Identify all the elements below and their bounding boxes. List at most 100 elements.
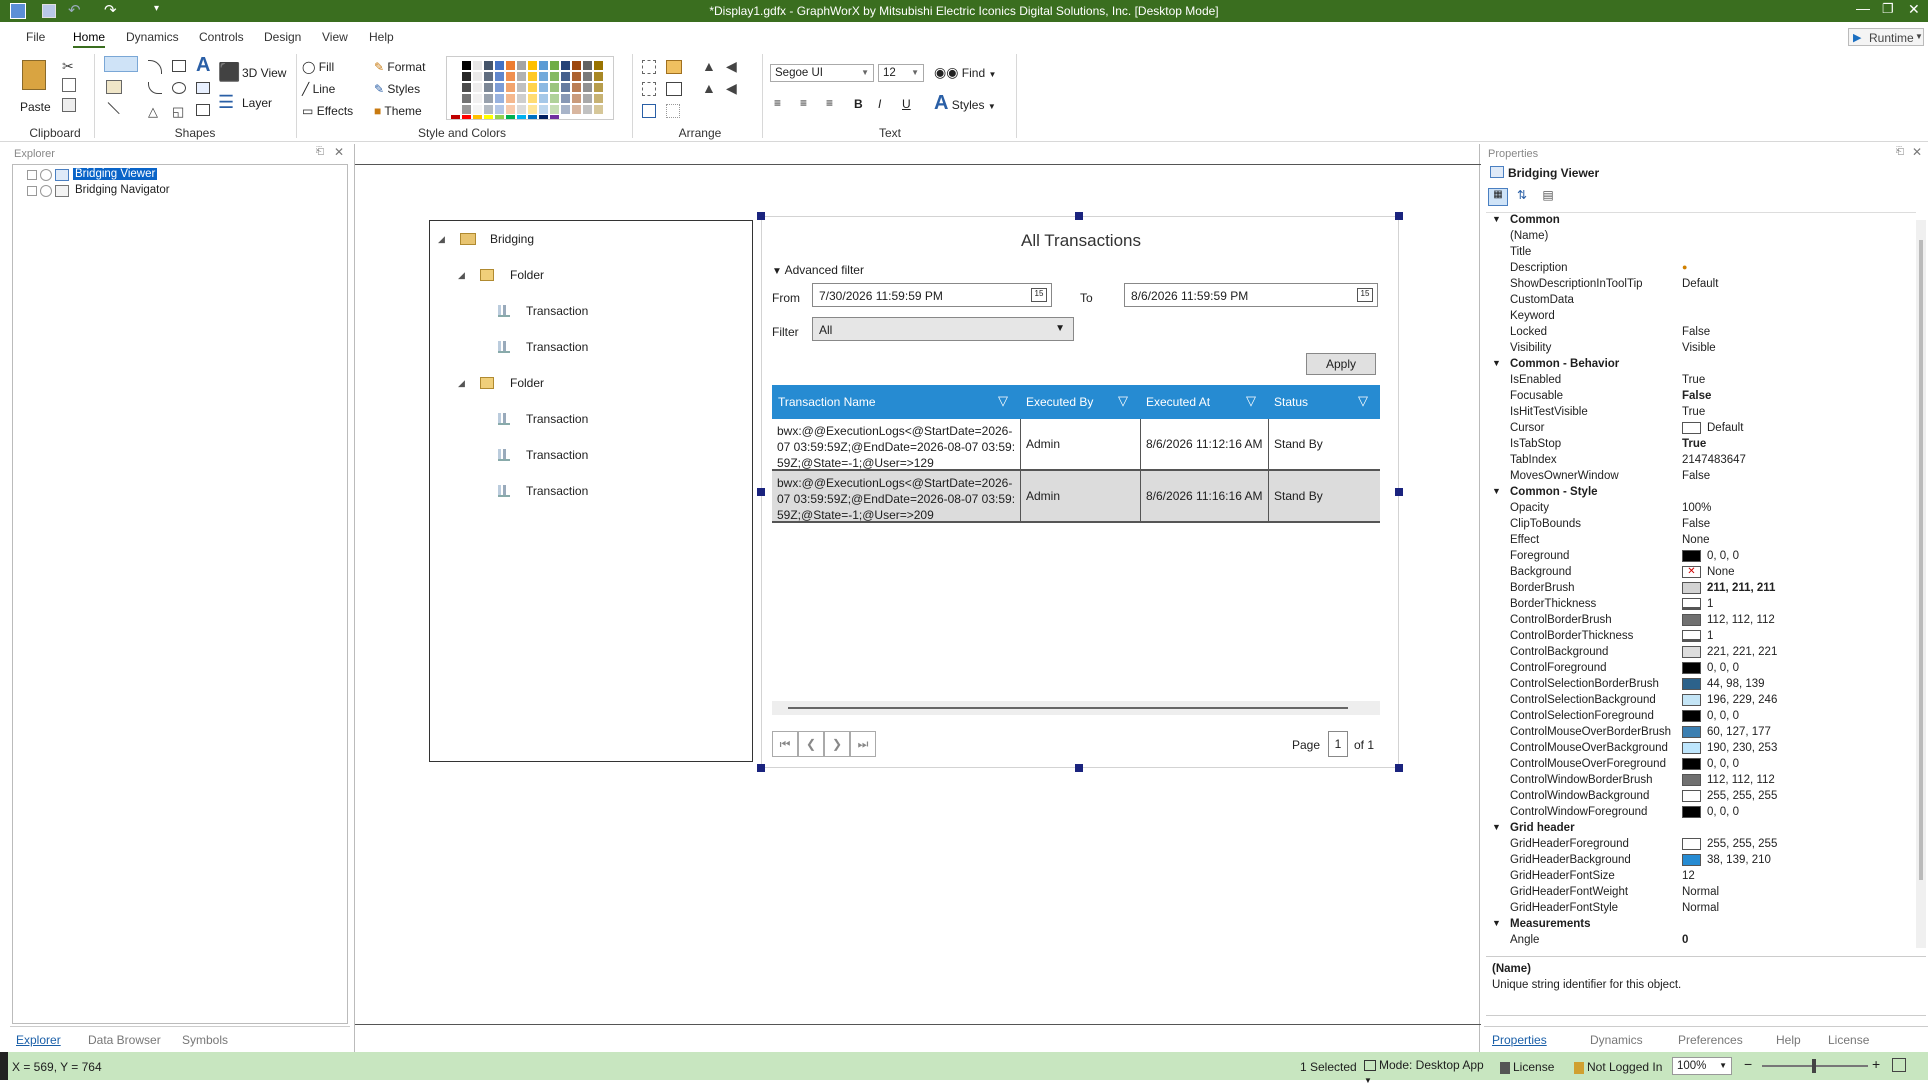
- tab-preferences[interactable]: Preferences: [1678, 1033, 1743, 1047]
- navigator-transaction[interactable]: Transaction: [498, 483, 758, 503]
- first-page-button[interactable]: ⏮: [772, 731, 798, 757]
- property-value[interactable]: 0: [1682, 934, 1688, 946]
- palette-swatch[interactable]: [462, 94, 471, 103]
- palette-swatch[interactable]: [495, 61, 504, 70]
- property-scrollbar[interactable]: [1916, 220, 1926, 948]
- navigator-folder[interactable]: ◢ Folder: [458, 267, 718, 287]
- palette-swatch[interactable]: [550, 83, 559, 92]
- explorer-item[interactable]: Bridging Viewer: [27, 168, 167, 183]
- menu-design[interactable]: Design: [264, 30, 301, 44]
- palette-swatch[interactable]: [572, 61, 581, 70]
- flip-icon[interactable]: ▲: [702, 58, 716, 74]
- paste-button[interactable]: Paste: [18, 58, 52, 120]
- order-icon[interactable]: [666, 60, 682, 74]
- collapse-icon[interactable]: ▼: [1492, 358, 1501, 368]
- tab-properties[interactable]: Properties: [1492, 1033, 1547, 1047]
- fit-icon[interactable]: [1892, 1058, 1906, 1072]
- property-value[interactable]: 12: [1682, 870, 1695, 882]
- align-right-icon[interactable]: ≡: [826, 96, 833, 110]
- palette-swatch[interactable]: [495, 83, 504, 92]
- property-value[interactable]: 112, 112, 112: [1682, 774, 1775, 786]
- palette-swatch[interactable]: [473, 115, 482, 119]
- close-icon[interactable]: ✕: [1908, 1, 1920, 18]
- property-row[interactable]: Title: [1486, 245, 1896, 261]
- line-button[interactable]: ╱ Line: [302, 82, 335, 96]
- property-row[interactable]: Visibility Visible: [1486, 341, 1896, 357]
- property-value[interactable]: False: [1682, 390, 1711, 402]
- prev-page-button[interactable]: ❮: [798, 731, 824, 757]
- align-icon[interactable]: [642, 60, 656, 74]
- property-row[interactable]: IsEnabled True: [1486, 373, 1896, 389]
- edit-description-icon[interactable]: ●: [1682, 262, 1687, 272]
- ellipse-tool-icon[interactable]: [172, 82, 186, 94]
- arc-tool-icon[interactable]: [148, 60, 162, 74]
- palette-swatch[interactable]: [473, 61, 482, 70]
- palette-swatch[interactable]: [539, 115, 548, 119]
- property-value[interactable]: 0, 0, 0: [1682, 758, 1739, 770]
- line-tool-icon[interactable]: [107, 102, 120, 115]
- license-status[interactable]: License: [1500, 1060, 1554, 1074]
- expand-icon[interactable]: ◢: [438, 234, 445, 245]
- palette-swatch[interactable]: [495, 105, 504, 114]
- property-value[interactable]: False: [1682, 518, 1710, 530]
- collapse-icon[interactable]: ▼: [1492, 486, 1501, 496]
- property-row[interactable]: Keyword: [1486, 309, 1896, 325]
- palette-swatch[interactable]: [539, 105, 548, 114]
- selection-handle[interactable]: [1075, 212, 1083, 220]
- palette-swatch[interactable]: [517, 105, 526, 114]
- palette-swatch[interactable]: [583, 61, 592, 70]
- grid-column-header[interactable]: Executed By ▽: [1020, 385, 1140, 419]
- apply-button[interactable]: Apply: [1306, 353, 1376, 375]
- login-status[interactable]: Not Logged In: [1574, 1060, 1662, 1074]
- table-row[interactable]: bwx:@@ExecutionLogs<@StartDate=2026-07 0…: [772, 419, 1380, 471]
- property-value[interactable]: None: [1682, 534, 1710, 546]
- zoom-select[interactable]: 100% ▼: [1672, 1057, 1732, 1075]
- menu-dynamics[interactable]: Dynamics: [126, 30, 179, 44]
- theme-button[interactable]: ■ Theme: [374, 104, 422, 118]
- property-row[interactable]: BorderThickness 1: [1486, 597, 1896, 613]
- property-value[interactable]: 1: [1682, 598, 1713, 610]
- palette-swatch[interactable]: [539, 94, 548, 103]
- zoom-in-icon[interactable]: +: [1872, 1056, 1880, 1072]
- page-input[interactable]: 1: [1328, 731, 1348, 757]
- pin-icon[interactable]: ⎗: [1896, 146, 1904, 157]
- palette-swatch[interactable]: [517, 72, 526, 81]
- property-row[interactable]: GridHeaderFontStyle Normal: [1486, 901, 1896, 917]
- property-section-header[interactable]: ▼ Common: [1486, 213, 1896, 229]
- grid-column-header[interactable]: Status ▽: [1268, 385, 1380, 419]
- palette-swatch[interactable]: [572, 105, 581, 114]
- palette-swatch[interactable]: [473, 72, 482, 81]
- effects-button[interactable]: ▭ Effects: [302, 104, 353, 118]
- palette-swatch[interactable]: [594, 61, 603, 70]
- palette-swatch[interactable]: [594, 83, 603, 92]
- palette-swatch[interactable]: [550, 115, 559, 119]
- palette-swatch[interactable]: [528, 94, 537, 103]
- palette-swatch[interactable]: [561, 83, 570, 92]
- navigator-transaction[interactable]: Transaction: [498, 447, 758, 467]
- palette-swatch[interactable]: [451, 105, 460, 114]
- tab-dynamics[interactable]: Dynamics: [1590, 1033, 1643, 1047]
- polyline-tool-icon[interactable]: ◱: [172, 104, 184, 120]
- symbol-tool-icon[interactable]: [196, 104, 210, 116]
- italic-button[interactable]: I: [878, 97, 881, 111]
- tab-symbols[interactable]: Symbols: [182, 1033, 228, 1047]
- palette-swatch[interactable]: [583, 83, 592, 92]
- property-value[interactable]: 2147483647: [1682, 454, 1746, 466]
- navigator-root[interactable]: ◢ Bridging: [438, 231, 698, 251]
- flip-v-icon[interactable]: ▲: [702, 80, 716, 96]
- tab-help[interactable]: Help: [1776, 1033, 1801, 1047]
- property-value[interactable]: True: [1682, 438, 1706, 450]
- selection-handle[interactable]: [1395, 764, 1403, 772]
- palette-swatch[interactable]: [473, 105, 482, 114]
- property-value[interactable]: Normal: [1682, 902, 1719, 914]
- properties-close-icon[interactable]: ✕: [1912, 145, 1922, 159]
- bridging-viewer[interactable]: All Transactions ▼ Advanced filter From …: [761, 216, 1399, 768]
- property-row[interactable]: Angle 0: [1486, 933, 1896, 949]
- property-row[interactable]: IsHitTestVisible True: [1486, 405, 1896, 421]
- palette-swatch[interactable]: [495, 72, 504, 81]
- palette-swatch[interactable]: [462, 105, 471, 114]
- menu-home[interactable]: Home: [73, 30, 106, 48]
- to-date-input[interactable]: 8/6/2026 11:59:59 PM 15: [1124, 283, 1378, 307]
- palette-swatch[interactable]: [539, 72, 548, 81]
- property-row[interactable]: Background ✕ None: [1486, 565, 1896, 581]
